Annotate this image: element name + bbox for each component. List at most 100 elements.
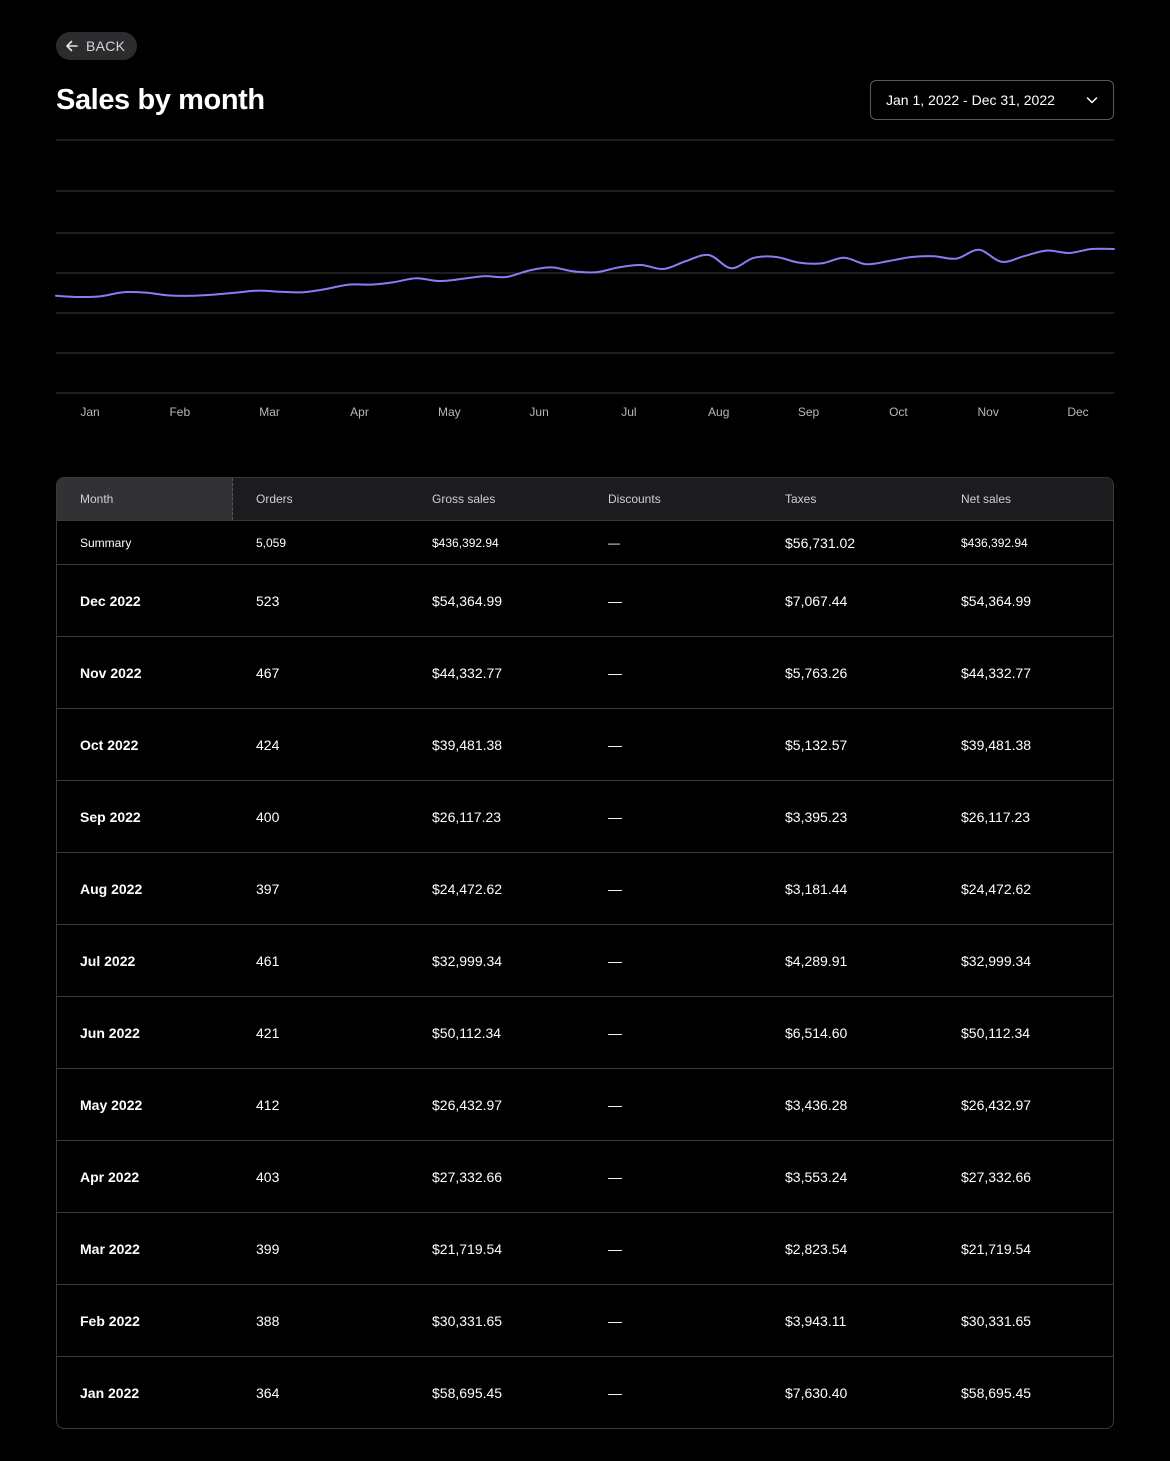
cell-taxes: $4,289.91 bbox=[785, 952, 848, 969]
cell-discounts: — bbox=[608, 736, 622, 753]
cell-orders: 421 bbox=[256, 1024, 280, 1041]
cell-net-sales: $21,719.54 bbox=[961, 1240, 1032, 1257]
cell-gross-sales: $21,719.54 bbox=[432, 1240, 503, 1257]
table-row: Jul 2022 461 $32,999.34 — $4,289.91 $32,999.3… bbox=[57, 925, 1113, 997]
x-tick-label: Jan bbox=[80, 405, 99, 419]
cell-discounts: — bbox=[608, 880, 622, 897]
cell-gross-sales: $44,332.77 bbox=[432, 664, 503, 681]
cell-gross-sales: $50,112.34 bbox=[432, 1024, 502, 1041]
date-range-value: Jan 1, 2022 - Dec 31, 2022 bbox=[886, 92, 1055, 108]
cell-orders: 400 bbox=[256, 808, 280, 825]
summary-gross-sales: $436,392.94 bbox=[432, 535, 499, 550]
column-header-discounts[interactable]: Discounts bbox=[585, 478, 762, 520]
cell-gross-sales: $30,331.65 bbox=[432, 1312, 503, 1329]
cell-discounts: — bbox=[608, 1312, 622, 1329]
cell-gross-sales: $26,117.23 bbox=[432, 808, 502, 825]
cell-gross-sales: $54,364.99 bbox=[432, 592, 503, 609]
cell-orders: 403 bbox=[256, 1168, 280, 1185]
x-tick-label: Apr bbox=[350, 405, 369, 419]
cell-gross-sales: $26,432.97 bbox=[432, 1096, 503, 1113]
table-row: Jan 2022 364 $58,695.45 — $7,630.40 $58,695.4… bbox=[57, 1357, 1113, 1428]
cell-month: Jan 2022 bbox=[80, 1385, 140, 1401]
column-header-gross-sales[interactable]: Gross sales bbox=[409, 478, 585, 520]
cell-gross-sales: $24,472.62 bbox=[432, 880, 503, 897]
cell-discounts: — bbox=[608, 664, 622, 681]
back-label: BACK bbox=[86, 38, 126, 54]
x-axis-ticks: Jan Feb Mar Apr May Jun Jul Aug Sep Oct Nov Dec bbox=[80, 405, 1088, 419]
table-row: Aug 2022 397 $24,472.62 — $3,181.44 $24,472.6… bbox=[57, 853, 1113, 925]
arrow-left-icon bbox=[66, 40, 78, 52]
cell-orders: 397 bbox=[256, 880, 280, 897]
cell-net-sales: $24,472.62 bbox=[961, 880, 1032, 897]
cell-taxes: $3,943.11 bbox=[785, 1312, 847, 1329]
cell-orders: 523 bbox=[256, 592, 280, 609]
table-row: Feb 2022 388 $30,331.65 — $3,943.11 $30,331.6… bbox=[57, 1285, 1113, 1357]
cell-orders: 461 bbox=[256, 952, 280, 969]
table-header-row: Month Orders Gross sales Discounts Taxes… bbox=[57, 478, 1113, 521]
cell-month: Mar 2022 bbox=[80, 1240, 140, 1257]
cell-taxes: $7,630.40 bbox=[785, 1385, 848, 1401]
cell-net-sales: $39,481.38 bbox=[961, 736, 1032, 753]
date-range-picker[interactable]: Jan 1, 2022 - Dec 31, 2022 bbox=[870, 80, 1114, 120]
cell-taxes: $7,067.44 bbox=[785, 592, 848, 609]
cell-taxes: $2,823.54 bbox=[785, 1240, 848, 1257]
cell-month: Sep 2022 bbox=[80, 808, 141, 825]
summary-net-sales: $436,392.94 bbox=[961, 535, 1028, 550]
cell-net-sales: $32,999.34 bbox=[961, 952, 1032, 969]
chart-grid bbox=[56, 139, 1114, 394]
table-body: Dec 2022 523 $54,364.99 — $7,067.44 $54,364.9… bbox=[57, 565, 1113, 1428]
x-tick-label: Jul bbox=[621, 405, 636, 419]
cell-discounts: — bbox=[608, 592, 622, 609]
table-row: Dec 2022 523 $54,364.99 — $7,067.44 $54,364.9… bbox=[57, 565, 1113, 637]
cell-orders: 364 bbox=[256, 1385, 280, 1401]
column-header-orders[interactable]: Orders bbox=[233, 478, 409, 520]
x-tick-label: Jun bbox=[529, 405, 548, 419]
column-header-month[interactable]: Month bbox=[57, 478, 233, 520]
cell-taxes: $5,132.57 bbox=[785, 736, 848, 753]
cell-gross-sales: $58,695.45 bbox=[432, 1385, 503, 1401]
cell-net-sales: $58,695.45 bbox=[961, 1385, 1032, 1401]
x-tick-label: Sep bbox=[798, 405, 820, 419]
cell-net-sales: $30,331.65 bbox=[961, 1312, 1032, 1329]
cell-taxes: $3,553.24 bbox=[785, 1168, 848, 1185]
x-tick-label: Dec bbox=[1067, 405, 1088, 419]
sales-table: Month Orders Gross sales Discounts Taxes… bbox=[56, 477, 1114, 1429]
table-row: Mar 2022 399 $21,719.54 — $2,823.54 $21,719.5… bbox=[57, 1213, 1113, 1285]
cell-month: Aug 2022 bbox=[80, 880, 143, 897]
cell-month: Nov 2022 bbox=[80, 664, 142, 681]
x-tick-label: Nov bbox=[978, 405, 999, 419]
page-title: Sales by month bbox=[56, 84, 265, 116]
cell-discounts: — bbox=[608, 1168, 622, 1185]
cell-month: Feb 2022 bbox=[80, 1312, 140, 1329]
x-tick-label: Feb bbox=[169, 405, 190, 419]
cell-discounts: — bbox=[608, 808, 622, 825]
back-button[interactable]: BACK bbox=[56, 32, 138, 60]
cell-gross-sales: $32,999.34 bbox=[432, 952, 503, 969]
cell-net-sales: $54,364.99 bbox=[961, 592, 1032, 609]
x-tick-label: May bbox=[438, 405, 461, 419]
cell-taxes: $3,436.28 bbox=[785, 1096, 848, 1113]
cell-orders: 412 bbox=[256, 1096, 280, 1113]
summary-taxes: $56,731.02 bbox=[785, 534, 856, 551]
table-row: May 2022 412 $26,432.97 — $3,436.28 $26,432.9… bbox=[57, 1069, 1113, 1141]
column-header-taxes[interactable]: Taxes bbox=[762, 478, 938, 520]
cell-month: Jul 2022 bbox=[80, 952, 136, 969]
cell-orders: 467 bbox=[256, 664, 280, 681]
summary-discounts: — bbox=[608, 535, 620, 550]
cell-discounts: — bbox=[608, 1385, 622, 1401]
table-row: Sep 2022 400 $26,117.23 — $3,395.23 $26,117.2… bbox=[57, 781, 1113, 853]
table-row: Oct 2022 424 $39,481.38 — $5,132.57 $39,481.3… bbox=[57, 709, 1113, 781]
table-row: Jun 2022 421 $50,112.34 — $6,514.60 $50,112.3… bbox=[57, 997, 1113, 1069]
cell-taxes: $3,395.23 bbox=[785, 808, 848, 825]
cell-orders: 388 bbox=[256, 1312, 280, 1329]
cell-net-sales: $26,117.23 bbox=[961, 808, 1031, 825]
x-tick-label: Oct bbox=[889, 405, 908, 419]
x-tick-label: Aug bbox=[708, 405, 729, 419]
summary-orders: 5,059 bbox=[256, 535, 287, 550]
cell-month: Dec 2022 bbox=[80, 592, 141, 609]
column-header-net-sales[interactable]: Net sales bbox=[938, 478, 1113, 520]
cell-net-sales: $26,432.97 bbox=[961, 1096, 1032, 1113]
cell-discounts: — bbox=[608, 1024, 622, 1041]
table-row: Nov 2022 467 $44,332.77 — $5,763.26 $44,332.7… bbox=[57, 637, 1113, 709]
summary-label: Summary bbox=[80, 535, 132, 550]
